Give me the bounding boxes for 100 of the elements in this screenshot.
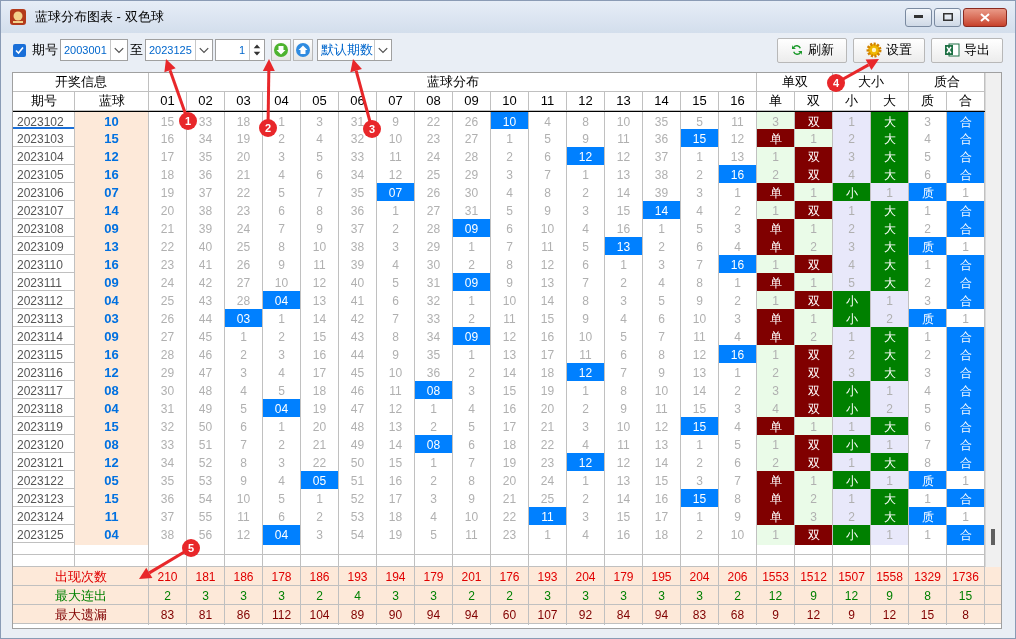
dropdown[interactable]: 默认期数 bbox=[317, 39, 392, 61]
table-row[interactable]: 2023125 04 38 56 12 04 3 54 19 5 11 23 1 4 16 18 2 10 1 双 小 1 1 合 bbox=[13, 525, 985, 543]
table-cell: 2 bbox=[681, 165, 719, 185]
table-cell: 22 bbox=[529, 435, 567, 455]
hit-cell: 单 bbox=[757, 417, 795, 437]
hit-cell: 双 bbox=[795, 453, 833, 473]
hit-cell: 大 bbox=[871, 255, 909, 275]
table-cell: 19 bbox=[529, 381, 567, 401]
table-cell: 1 bbox=[453, 291, 491, 311]
table-cell: 1 bbox=[833, 327, 871, 347]
table-cell: 49 bbox=[187, 399, 225, 419]
column-header: 05 bbox=[301, 92, 339, 111]
window-title: 蓝球分布图表 - 双色球 bbox=[35, 8, 164, 27]
summary-cell: 9 bbox=[757, 605, 795, 625]
table-cell: 38 bbox=[643, 165, 681, 185]
table-cell: 1 bbox=[909, 327, 947, 347]
summary-cell: 83 bbox=[681, 605, 719, 625]
table-cell: 14 bbox=[605, 183, 643, 203]
table-cell: 30 bbox=[453, 183, 491, 203]
table-cell: 13 bbox=[719, 147, 757, 167]
table-cell: 8 bbox=[909, 453, 947, 473]
hit-cell: 单 bbox=[757, 219, 795, 239]
column-header: 12 bbox=[567, 92, 605, 111]
table-cell: 28 bbox=[453, 147, 491, 167]
hit-cell: 小 bbox=[833, 525, 871, 545]
table-cell: 15 bbox=[529, 309, 567, 329]
table-cell: 9 bbox=[263, 255, 301, 275]
ball-cell: 08 bbox=[75, 435, 149, 455]
table-cell: 10 bbox=[453, 507, 491, 527]
table-cell: 1 bbox=[795, 183, 833, 203]
table-cell: 12 bbox=[605, 147, 643, 167]
group-header: 蓝球分布 bbox=[149, 73, 757, 92]
toolbar-button[interactable]: 刷新 bbox=[777, 37, 847, 63]
scrollbar[interactable] bbox=[985, 73, 1001, 567]
column-header: 质 bbox=[909, 92, 947, 111]
scrollbar-thumb[interactable] bbox=[991, 529, 995, 545]
table-cell: 52 bbox=[187, 453, 225, 473]
table-cell: 3 bbox=[719, 399, 757, 419]
move-up-button[interactable] bbox=[293, 39, 313, 61]
table-cell: 53 bbox=[339, 507, 377, 527]
hit-cell: 单 bbox=[757, 507, 795, 527]
hit-cell: 双 bbox=[795, 291, 833, 311]
table-cell: 50 bbox=[339, 453, 377, 473]
table-cell: 14 bbox=[491, 363, 529, 383]
hit-cell: 大 bbox=[871, 489, 909, 509]
toolbar-button[interactable]: 设置 bbox=[853, 37, 925, 63]
table-cell: 17 bbox=[377, 489, 415, 509]
table-cell: 14 bbox=[643, 453, 681, 473]
hit-cell: 09 bbox=[453, 219, 491, 239]
table-cell: 2 bbox=[757, 453, 795, 473]
dropdown[interactable]: 2003001 bbox=[60, 39, 128, 61]
table-cell: 7 bbox=[301, 183, 339, 203]
step-spinner[interactable]: 1 bbox=[215, 39, 265, 61]
ball-cell: 16 bbox=[75, 255, 149, 275]
table-cell: 15 bbox=[301, 327, 339, 347]
table-cell: 33 bbox=[415, 309, 453, 329]
table-cell: 17 bbox=[491, 417, 529, 437]
table-cell: 44 bbox=[187, 309, 225, 329]
hit-cell: 合 bbox=[947, 112, 985, 132]
table-cell: 12 bbox=[605, 453, 643, 473]
table-cell: 4 bbox=[833, 255, 871, 275]
table-cell: 1 bbox=[757, 201, 795, 221]
table-cell: 3 bbox=[415, 489, 453, 509]
table-cell: 1 bbox=[947, 309, 985, 329]
hit-cell: 03 bbox=[225, 309, 263, 329]
hit-cell: 大 bbox=[871, 112, 909, 132]
table-cell: 2 bbox=[567, 399, 605, 419]
table-cell: 1 bbox=[833, 453, 871, 473]
hit-cell: 小 bbox=[833, 309, 871, 329]
table-cell: 23 bbox=[225, 201, 263, 221]
ball-cell: 04 bbox=[75, 399, 149, 419]
hit-cell: 16 bbox=[719, 255, 757, 275]
table-cell: 4 bbox=[263, 471, 301, 491]
table-cell: 13 bbox=[605, 165, 643, 185]
table-cell: 17 bbox=[301, 363, 339, 383]
table-cell: 23 bbox=[415, 129, 453, 149]
table-cell: 13 bbox=[491, 345, 529, 365]
table-cell: 3 bbox=[909, 291, 947, 311]
toolbar-button[interactable]: 导出 bbox=[931, 37, 1003, 63]
table-cell: 3 bbox=[453, 381, 491, 401]
table-cell: 9 bbox=[605, 399, 643, 419]
table-cell: 1 bbox=[871, 381, 909, 401]
table-cell: 38 bbox=[187, 201, 225, 221]
hit-cell: 大 bbox=[871, 201, 909, 221]
table-cell: 33 bbox=[149, 435, 187, 455]
table-cell: 21 bbox=[301, 435, 339, 455]
dropdown[interactable]: 2023125 bbox=[145, 39, 213, 61]
move-down-button[interactable] bbox=[271, 39, 291, 61]
period-checkbox[interactable] bbox=[13, 43, 26, 57]
table-cell: 25 bbox=[415, 165, 453, 185]
table-cell: 7 bbox=[377, 309, 415, 329]
minimize-button[interactable] bbox=[905, 7, 932, 27]
hit-cell: 小 bbox=[833, 183, 871, 203]
table-cell: 50 bbox=[187, 417, 225, 437]
maximize-button[interactable] bbox=[934, 7, 961, 27]
table-cell: 1 bbox=[795, 129, 833, 149]
table-cell: 1 bbox=[757, 525, 795, 545]
table-cell: 1 bbox=[415, 399, 453, 419]
close-button[interactable] bbox=[963, 7, 1007, 27]
table-cell: 5 bbox=[301, 147, 339, 167]
